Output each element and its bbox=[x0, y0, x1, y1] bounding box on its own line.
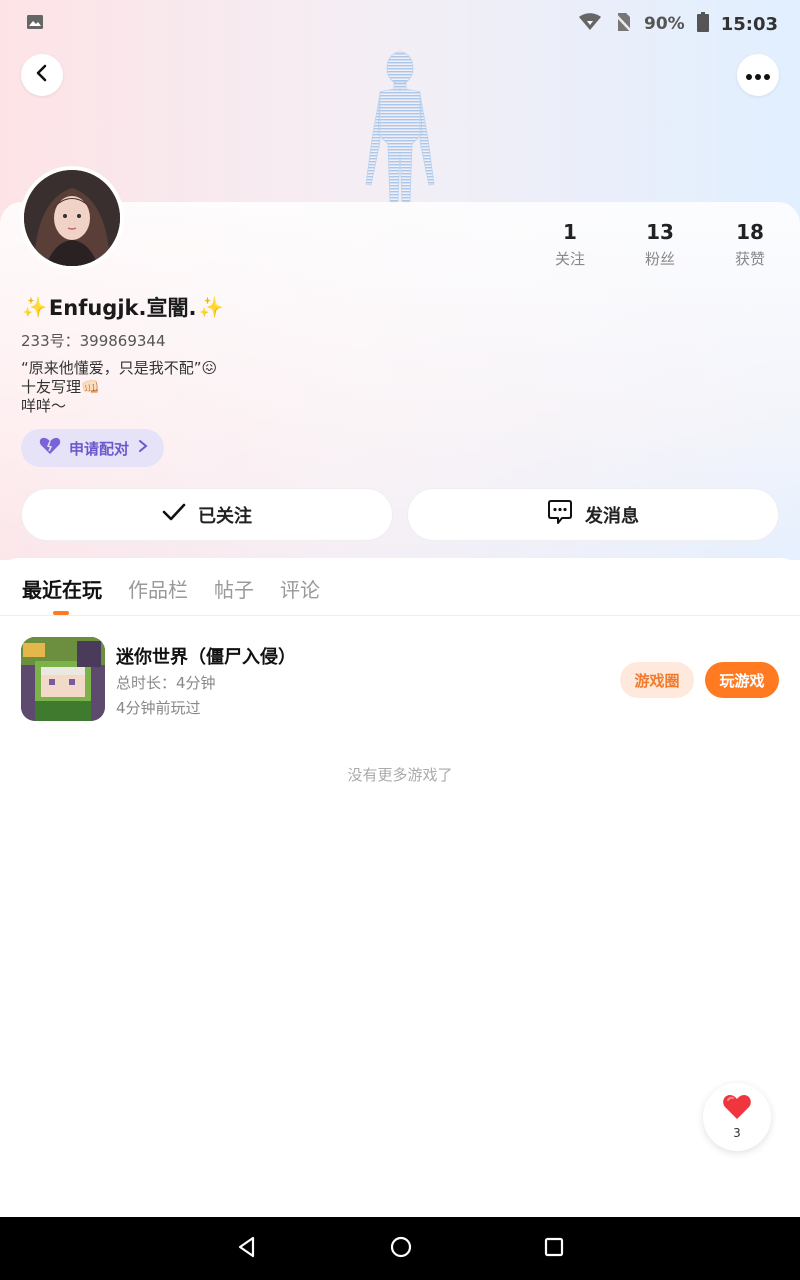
chevron-left-icon bbox=[32, 63, 52, 87]
more-horizontal-icon bbox=[745, 66, 771, 85]
heart-icon bbox=[39, 437, 61, 459]
battery-percent: 90% bbox=[644, 14, 685, 34]
like-count: 3 bbox=[733, 1126, 741, 1140]
bio-line: 咩咩～ bbox=[21, 397, 67, 415]
stat-label: 粉丝 bbox=[644, 250, 675, 268]
tab-recent-games[interactable]: 最近在玩 bbox=[22, 574, 102, 603]
battery-icon bbox=[696, 11, 709, 37]
game-title: 迷你世界（僵尸入侵） bbox=[116, 647, 296, 668]
nav-home-icon[interactable] bbox=[390, 1236, 412, 1262]
sparkle-icon: ✨ bbox=[198, 295, 224, 319]
game-icon-image bbox=[21, 637, 105, 721]
followed-button[interactable]: 已关注 bbox=[21, 488, 393, 541]
apply-match-button[interactable]: 申请配对 bbox=[21, 429, 164, 467]
nav-recents-icon[interactable] bbox=[544, 1237, 564, 1261]
play-game-button[interactable]: 玩游戏 bbox=[705, 662, 779, 698]
tab-bar: 最近在玩 作品栏 帖子 评论 bbox=[22, 574, 320, 603]
heart-icon bbox=[722, 1094, 752, 1124]
apply-match-label: 申请配对 bbox=[69, 439, 130, 458]
chevron-right-icon bbox=[137, 439, 149, 457]
stat-value: 18 bbox=[736, 220, 764, 244]
game-last-played: 4分钟前玩过 bbox=[116, 699, 201, 717]
bio-line: “原来他懂爱，只是我不配”😖 bbox=[21, 359, 218, 377]
username: ✨ Enfugjk.宣闇. ✨ bbox=[22, 292, 223, 322]
tab-posts[interactable]: 帖子 bbox=[214, 574, 254, 603]
game-duration: 总时长：4分钟 bbox=[116, 674, 216, 692]
more-button[interactable] bbox=[737, 54, 779, 96]
stat-label: 获赞 bbox=[734, 250, 765, 268]
stat-fans[interactable]: 13 粉丝 bbox=[615, 220, 705, 269]
user-id: 233号：399869344 bbox=[21, 332, 166, 350]
tab-divider bbox=[0, 615, 800, 616]
image-icon bbox=[26, 14, 44, 35]
stat-following[interactable]: 1 关注 bbox=[525, 220, 615, 269]
stat-value: 1 bbox=[563, 220, 577, 244]
content-panel: 最近在玩 作品栏 帖子 评论 迷你世界（僵尸入侵） 总时长：4分钟 4分钟前玩过… bbox=[0, 558, 800, 1218]
send-message-button[interactable]: 发消息 bbox=[407, 488, 779, 541]
stat-label: 关注 bbox=[554, 250, 585, 268]
bio: “原来他懂爱，只是我不配”😖 十友写理👊🏻 咩咩～ bbox=[21, 359, 217, 416]
hologram-figure-image bbox=[352, 44, 448, 204]
no-sim-icon bbox=[614, 12, 632, 37]
chat-bubble-icon bbox=[547, 499, 573, 530]
back-button[interactable] bbox=[21, 54, 63, 96]
stat-value: 13 bbox=[646, 220, 674, 244]
username-text: Enfugjk.宣闇. bbox=[48, 296, 197, 320]
tab-comments[interactable]: 评论 bbox=[280, 574, 320, 603]
game-circle-button[interactable]: 游戏圈 bbox=[620, 662, 694, 698]
avatar[interactable] bbox=[20, 166, 124, 270]
bio-line: 十友写理👊🏻 bbox=[21, 378, 100, 396]
status-bar: 90% 15:03 bbox=[0, 0, 800, 48]
floating-like-button[interactable]: 3 bbox=[703, 1083, 771, 1151]
wifi-icon bbox=[578, 12, 602, 36]
followed-label: 已关注 bbox=[198, 505, 252, 527]
send-message-label: 发消息 bbox=[585, 505, 639, 527]
check-icon bbox=[162, 502, 186, 527]
stat-likes[interactable]: 18 获赞 bbox=[705, 220, 795, 269]
system-navigation-bar bbox=[0, 1217, 800, 1280]
clock: 15:03 bbox=[720, 13, 778, 35]
sparkle-icon: ✨ bbox=[22, 295, 47, 319]
no-more-games-text: 没有更多游戏了 bbox=[347, 766, 453, 784]
tab-works[interactable]: 作品栏 bbox=[128, 574, 188, 603]
profile-stats: 1 关注 13 粉丝 18 获赞 bbox=[525, 220, 795, 269]
nav-back-icon[interactable] bbox=[236, 1236, 258, 1262]
game-list-item[interactable]: 迷你世界（僵尸入侵） 总时长：4分钟 4分钟前玩过 游戏圈 玩游戏 bbox=[21, 637, 781, 721]
